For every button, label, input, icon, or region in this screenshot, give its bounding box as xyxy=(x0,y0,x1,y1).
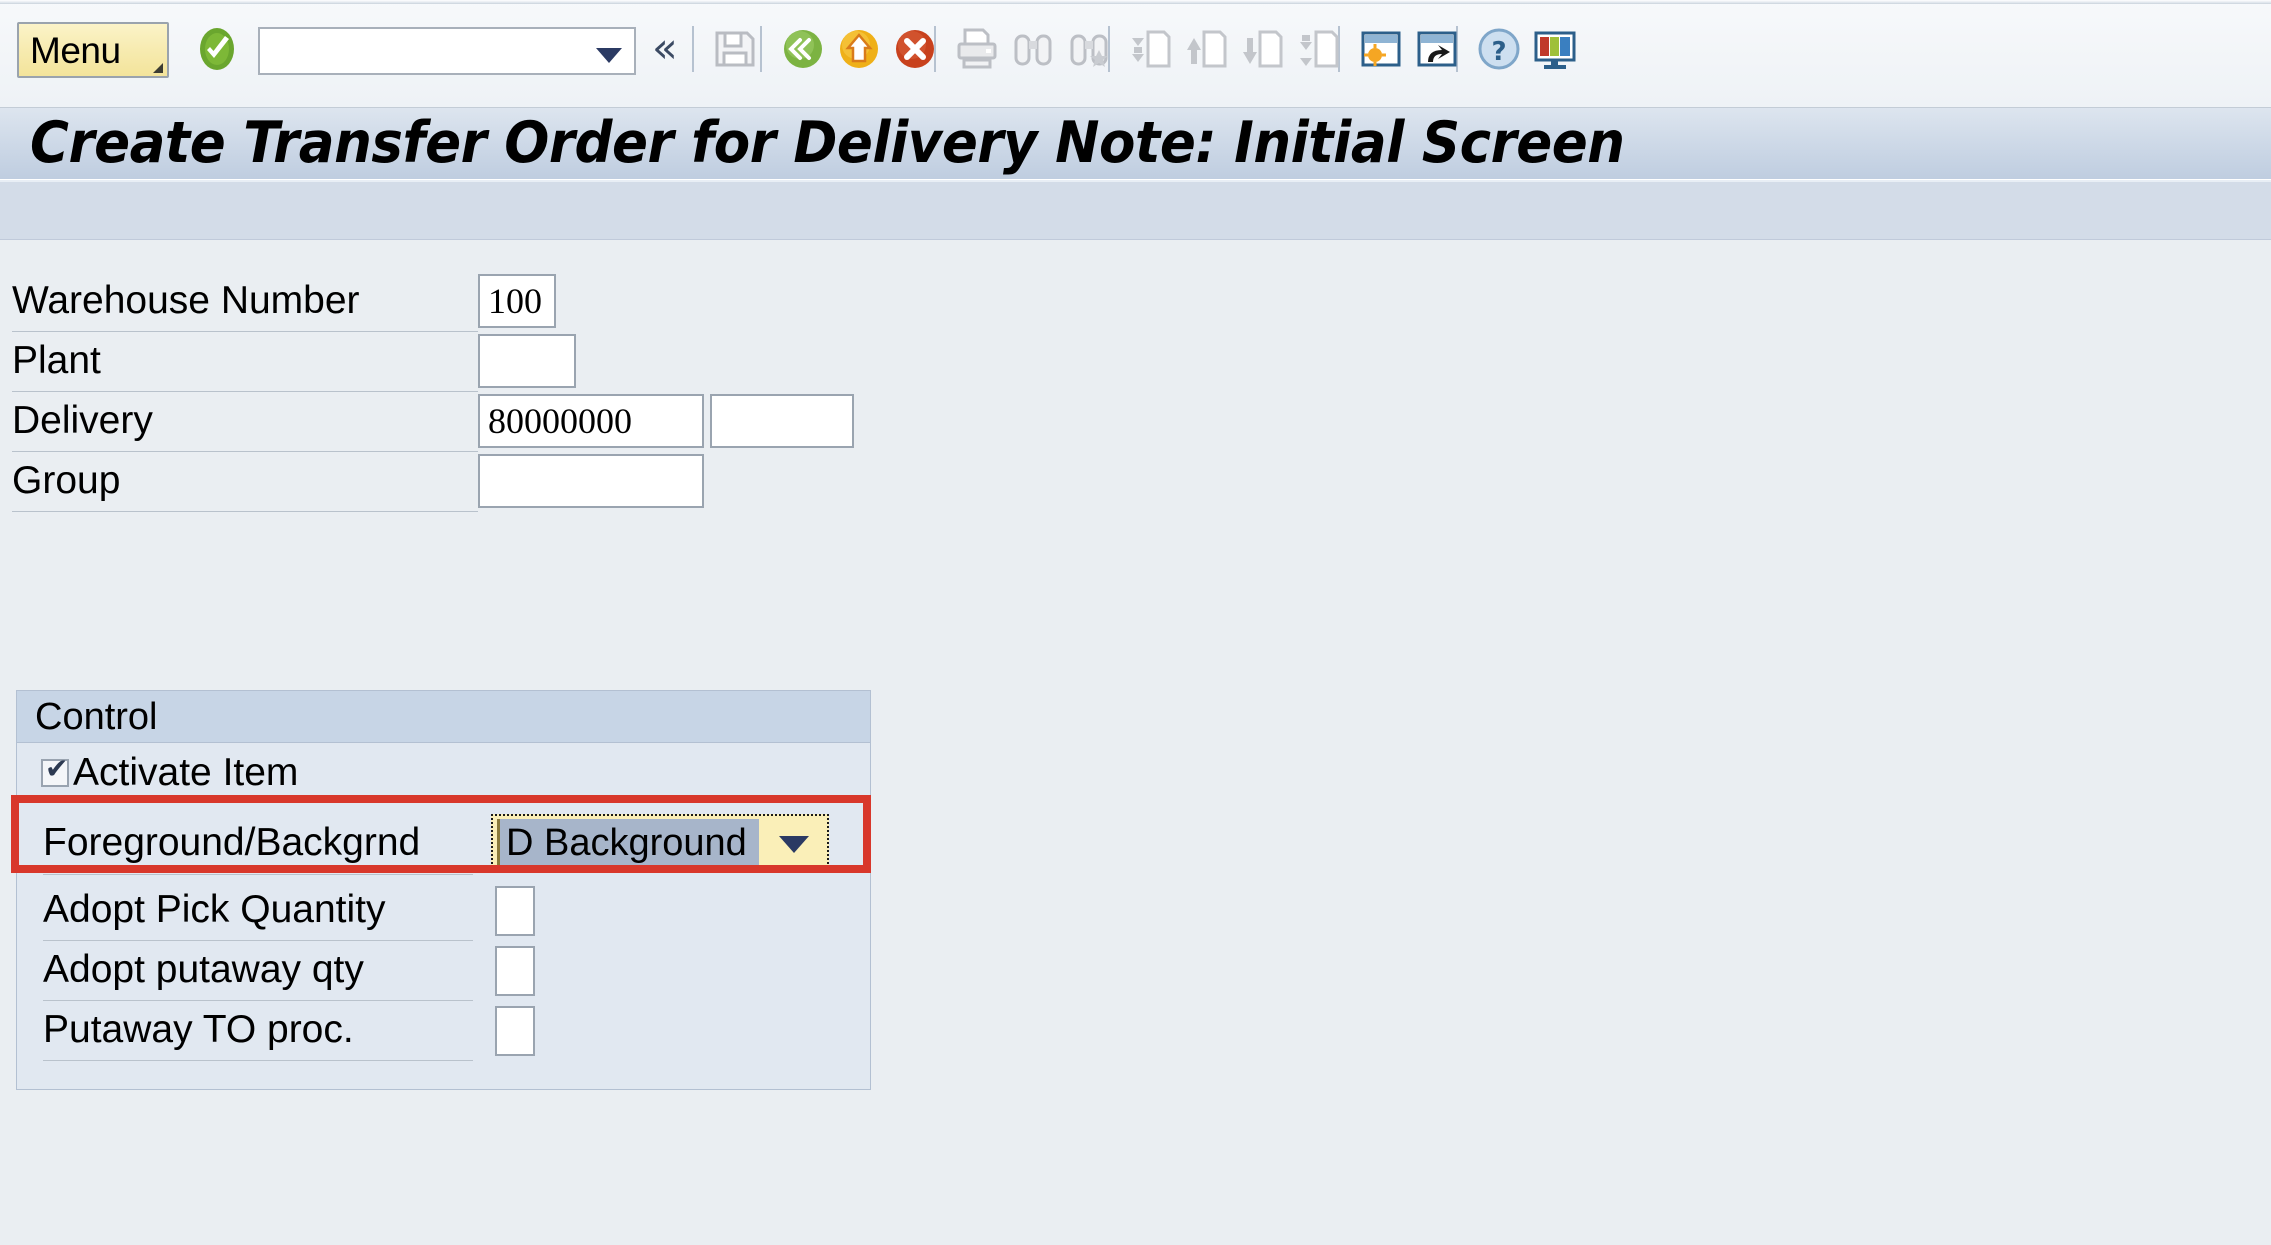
toolbar-top-rule xyxy=(0,0,2271,4)
putaway-to-proc-input[interactable] xyxy=(497,1008,533,1054)
main-toolbar: Menu « ? xyxy=(0,0,2271,108)
row-underline xyxy=(12,511,478,512)
back-icon[interactable] xyxy=(778,24,828,74)
field-row-plant: Plant xyxy=(0,332,900,392)
menu-button[interactable]: Menu xyxy=(17,22,169,78)
help-icon[interactable]: ? xyxy=(1474,24,1524,74)
find-icon[interactable] xyxy=(1008,24,1058,74)
page-title: Create Transfer Order for Delivery Note:… xyxy=(30,110,1625,176)
create-new-session-icon[interactable] xyxy=(1412,24,1462,74)
title-band: Create Transfer Order for Delivery Note:… xyxy=(0,108,2271,180)
last-page-icon[interactable] xyxy=(1294,24,1344,74)
control-group-box: Control ✔ Activate Item Foreground/Backg… xyxy=(16,690,871,1090)
plant-input[interactable] xyxy=(480,336,574,386)
adopt-putaway-qty-field[interactable] xyxy=(495,946,535,996)
adopt-pick-quantity-input[interactable] xyxy=(497,888,533,934)
group-label: Group xyxy=(12,459,121,502)
field-row-warehouse-number: Warehouse Number xyxy=(0,272,900,332)
warehouse-number-input[interactable] xyxy=(480,276,554,326)
customize-local-layout-icon[interactable] xyxy=(1356,24,1406,74)
adopt-pick-quantity-field[interactable] xyxy=(495,886,535,936)
delivery-label: Delivery xyxy=(12,399,153,442)
plant-field[interactable] xyxy=(478,334,576,388)
find-next-icon[interactable] xyxy=(1064,24,1114,74)
next-page-icon[interactable] xyxy=(1238,24,1288,74)
foreground-background-dropdown[interactable]: D Background xyxy=(491,814,829,872)
adopt-putaway-qty-label: Adopt putaway qty xyxy=(43,948,364,991)
field-row-adopt-pick-quantity: Adopt Pick Quantity xyxy=(17,881,870,941)
foreground-background-row: Foreground/Backgrnd D Background xyxy=(17,807,870,881)
svg-text:?: ? xyxy=(1491,37,1506,67)
foreground-background-dropdown-button[interactable] xyxy=(763,818,825,868)
checkmark-icon: ✔ xyxy=(45,752,69,785)
command-field-dropdown-icon[interactable] xyxy=(596,48,622,63)
row-underline xyxy=(43,874,473,875)
screen-body: Warehouse Number Plant Delivery Group Co… xyxy=(0,240,2271,1245)
plant-label: Plant xyxy=(12,339,101,382)
putaway-to-proc-field[interactable] xyxy=(495,1006,535,1056)
row-underline xyxy=(43,1060,473,1061)
control-group-title: Control xyxy=(35,696,158,738)
activate-item-label[interactable]: Activate Item xyxy=(73,743,298,803)
menu-button-label: Menu xyxy=(30,30,121,71)
save-icon[interactable] xyxy=(710,24,760,74)
green-check-icon[interactable] xyxy=(192,24,242,74)
warehouse-number-label: Warehouse Number xyxy=(12,279,360,322)
command-field-input[interactable] xyxy=(268,35,588,69)
command-field[interactable] xyxy=(258,27,636,75)
field-row-putaway-to-proc: Putaway TO proc. xyxy=(17,1001,870,1061)
group-field[interactable] xyxy=(478,454,704,508)
print-icon[interactable] xyxy=(952,24,1002,74)
warehouse-number-field[interactable] xyxy=(478,274,556,328)
foreground-background-label: Foreground/Backgrnd xyxy=(43,821,421,864)
first-page-icon[interactable] xyxy=(1126,24,1176,74)
layout-menu-icon[interactable] xyxy=(1530,24,1580,74)
adopt-putaway-qty-input[interactable] xyxy=(497,948,533,994)
field-row-group: Group xyxy=(0,452,900,512)
group-input[interactable] xyxy=(480,456,702,506)
control-group-header: Control xyxy=(17,691,870,743)
cancel-icon[interactable] xyxy=(890,24,940,74)
exit-icon[interactable] xyxy=(834,24,884,74)
activate-item-row: ✔ Activate Item xyxy=(17,743,870,805)
field-row-delivery: Delivery xyxy=(0,392,900,452)
delivery-item-input[interactable] xyxy=(712,396,852,446)
adopt-pick-quantity-label: Adopt Pick Quantity xyxy=(43,888,386,931)
putaway-to-proc-label: Putaway TO proc. xyxy=(43,1008,354,1051)
collapse-toolbar-icon[interactable]: « xyxy=(652,24,678,72)
menu-dropdown-corner-icon xyxy=(153,63,163,73)
field-row-adopt-putaway-qty: Adopt putaway qty xyxy=(17,941,870,1001)
application-toolbar xyxy=(0,180,2271,240)
foreground-background-value: D Background xyxy=(497,819,759,867)
delivery-input[interactable] xyxy=(480,396,702,446)
delivery-field[interactable] xyxy=(478,394,704,448)
toolbar-separator xyxy=(760,26,762,72)
toolbar-separator xyxy=(692,26,694,72)
previous-page-icon[interactable] xyxy=(1182,24,1232,74)
delivery-item-field[interactable] xyxy=(710,394,854,448)
activate-item-checkbox[interactable]: ✔ xyxy=(41,754,69,787)
chevron-down-icon xyxy=(779,836,809,853)
